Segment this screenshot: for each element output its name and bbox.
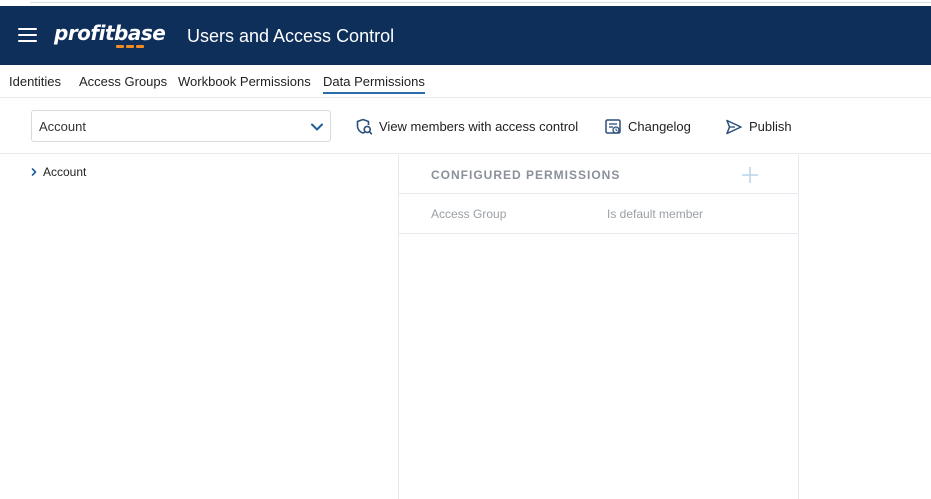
panel-title: CONFIGURED PERMISSIONS xyxy=(431,168,621,182)
column-is-default-member[interactable]: Is default member xyxy=(607,207,703,221)
tab-access-groups[interactable]: Access Groups xyxy=(79,74,167,90)
tab-data-permissions[interactable]: Data Permissions xyxy=(323,74,425,94)
changelog-icon xyxy=(605,119,621,134)
dimension-select[interactable]: Account xyxy=(31,110,331,142)
menu-icon[interactable] xyxy=(18,27,37,43)
brand-logo[interactable]: profitbase xyxy=(54,21,166,51)
shield-search-icon xyxy=(356,118,373,135)
dimension-tree: Account xyxy=(0,155,398,499)
changelog-label: Changelog xyxy=(628,119,691,134)
brand-logo-text: profitbase xyxy=(54,21,166,45)
tree-item-label: Account xyxy=(43,165,87,179)
column-access-group[interactable]: Access Group xyxy=(431,207,506,221)
permissions-table-header: Access Group Is default member xyxy=(399,194,799,234)
tab-identities[interactable]: Identities xyxy=(9,74,61,90)
plus-icon[interactable] xyxy=(739,164,761,186)
publish-button[interactable]: Publish xyxy=(725,117,792,137)
tab-workbook-permissions[interactable]: Workbook Permissions xyxy=(178,74,311,90)
tab-bar: Identities Access Groups Workbook Permis… xyxy=(0,65,931,98)
chevron-right-icon[interactable] xyxy=(29,167,39,177)
configured-permissions-panel: CONFIGURED PERMISSIONS Access Group Is d… xyxy=(398,155,799,499)
page-title: Users and Access Control xyxy=(187,26,395,46)
send-icon xyxy=(726,119,742,135)
app-header: profitbase Users and Access Control xyxy=(0,6,931,65)
publish-label: Publish xyxy=(749,119,792,134)
toolbar: Account View members with access control… xyxy=(0,98,931,154)
brand-logo-dots xyxy=(116,45,144,48)
view-members-label: View members with access control xyxy=(379,119,579,134)
view-members-button[interactable]: View members with access control xyxy=(355,117,578,137)
dimension-select-value: Account xyxy=(39,119,86,134)
chevron-down-icon xyxy=(311,123,323,131)
tree-item-account[interactable]: Account xyxy=(29,163,86,181)
panel-header: CONFIGURED PERMISSIONS xyxy=(399,155,799,194)
changelog-button[interactable]: Changelog xyxy=(604,117,691,137)
